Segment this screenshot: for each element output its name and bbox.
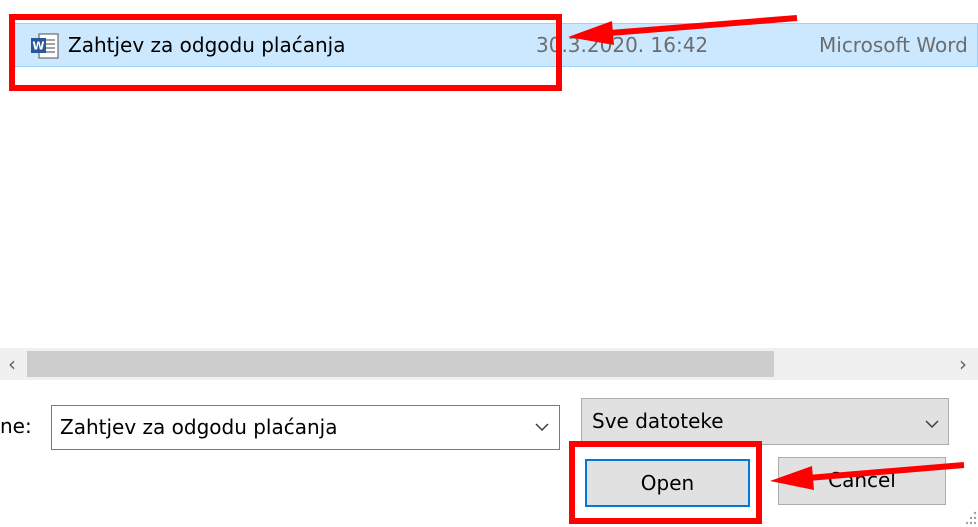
file-name-value[interactable]: Zahtjev za odgodu plaćanja (60, 411, 337, 443)
scroll-right-icon[interactable]: › (948, 348, 978, 380)
file-name-label: ne: (0, 414, 32, 438)
scrollbar-thumb[interactable] (27, 351, 774, 377)
file-type-value[interactable]: Sve datoteke (592, 405, 724, 437)
resize-grip-icon[interactable] (960, 505, 978, 527)
cancel-button[interactable]: Cancel (778, 457, 946, 505)
file-type-cell: Microsoft Word (819, 33, 968, 57)
annotation-box-file (9, 14, 562, 91)
scroll-left-icon[interactable]: ‹ (0, 348, 24, 380)
annotation-box-open (569, 441, 762, 524)
chevron-down-icon[interactable] (918, 410, 946, 438)
chevron-down-icon[interactable] (528, 413, 556, 441)
